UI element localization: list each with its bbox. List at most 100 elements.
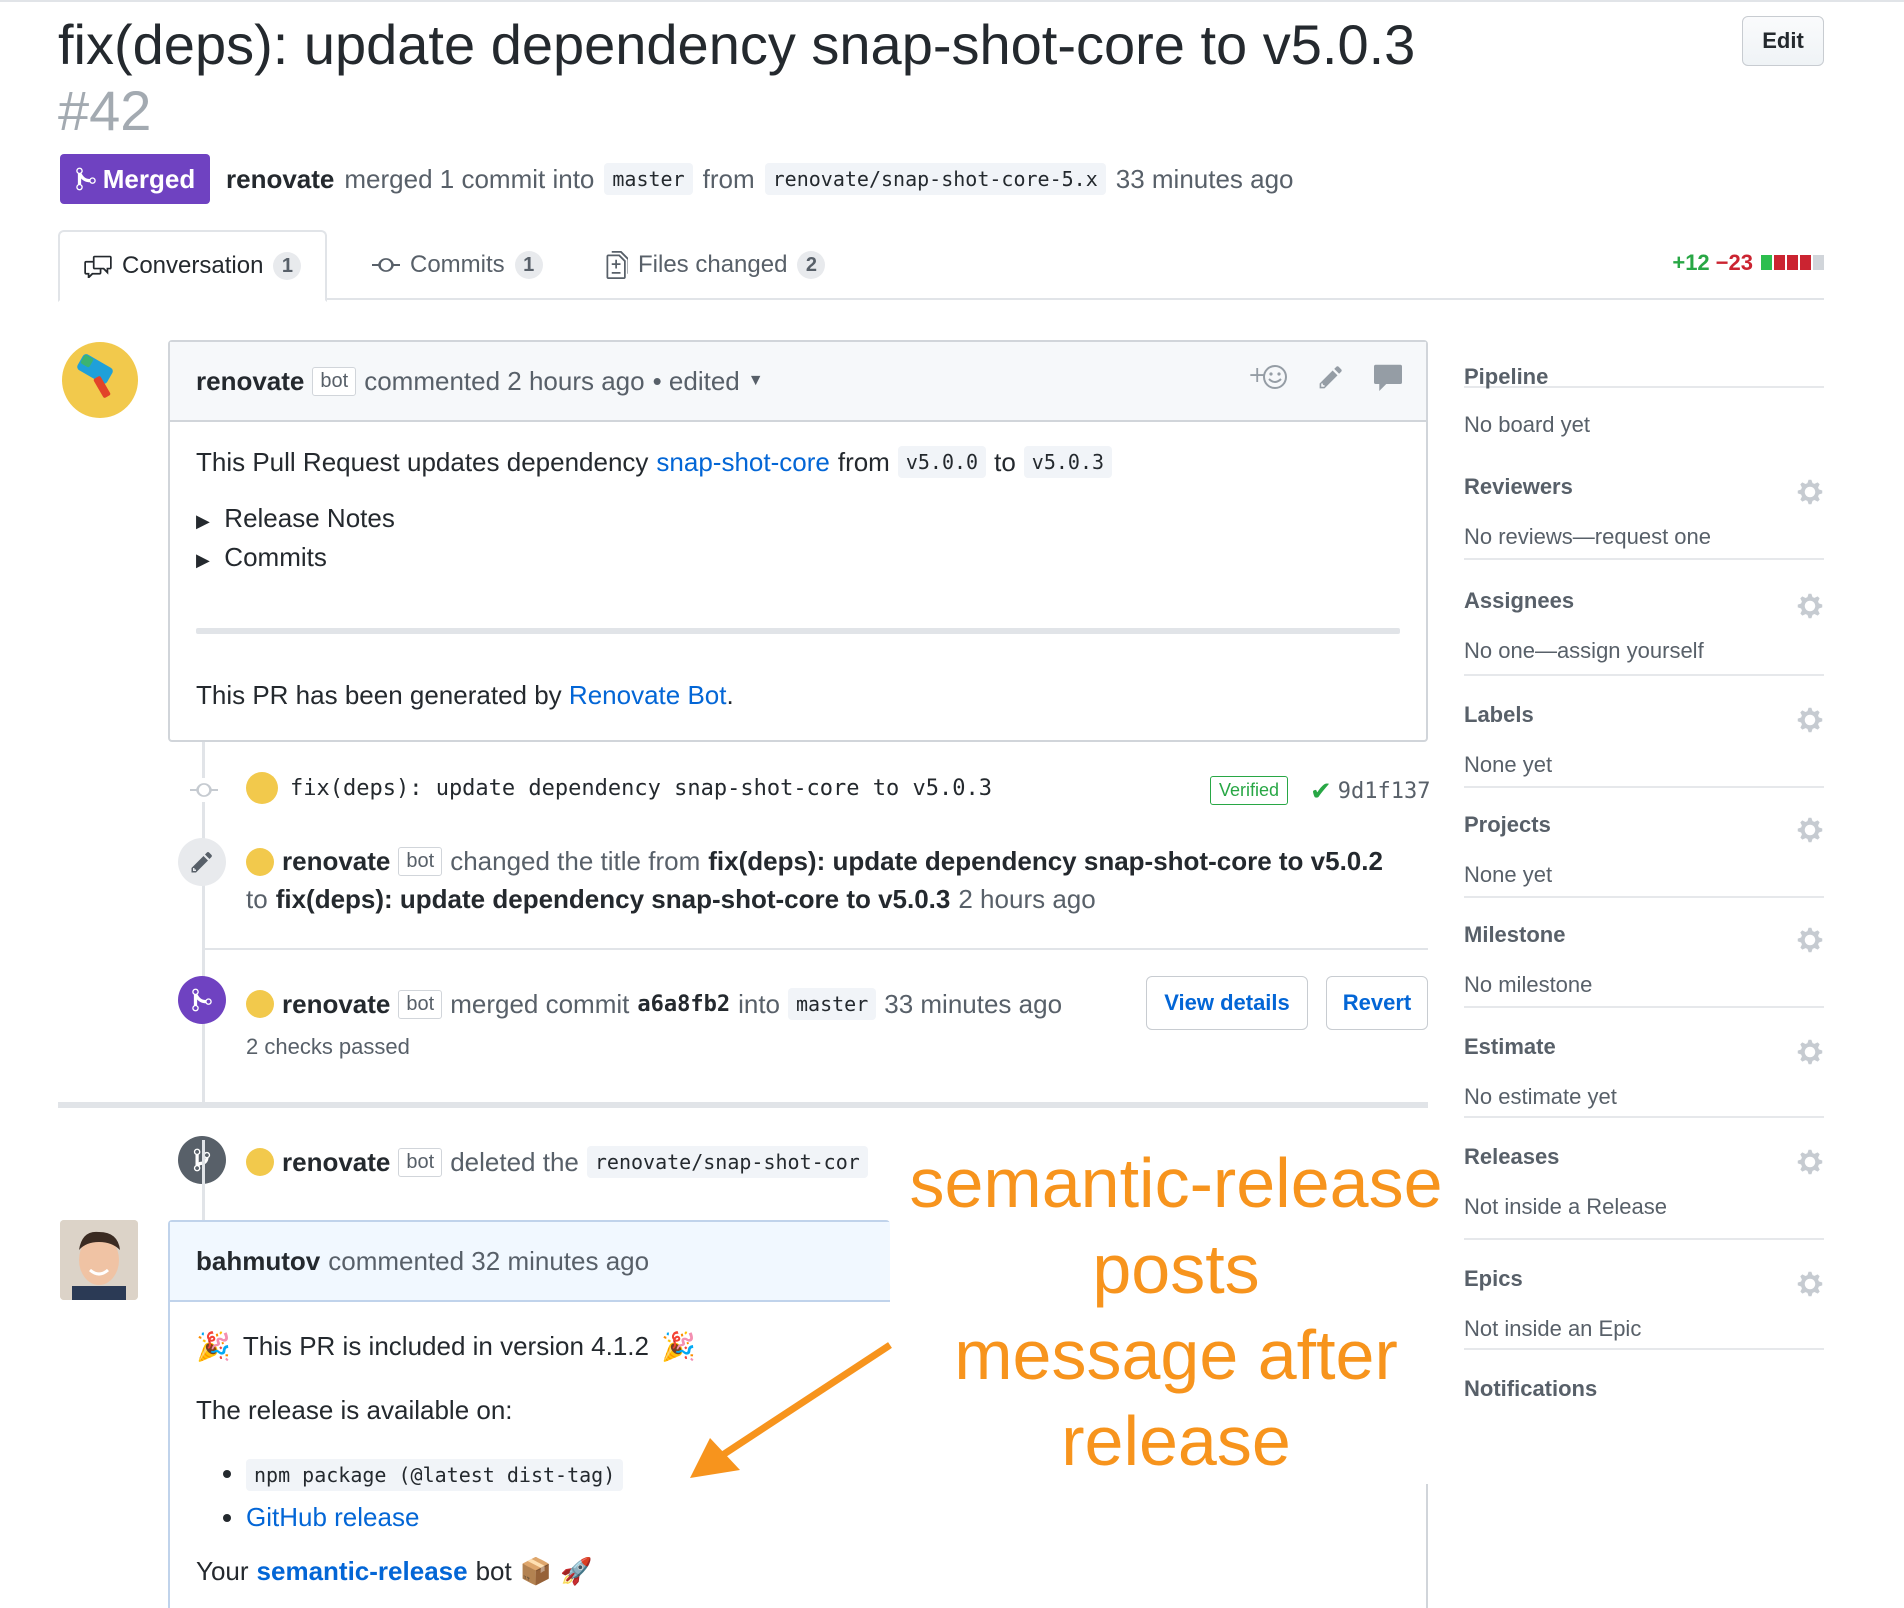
comment-border xyxy=(1426,1484,1428,1608)
head-branch[interactable]: renovate/snap-shot-core-5.x xyxy=(764,163,1106,195)
diffstat-block xyxy=(1800,255,1811,270)
tab-counter: 2 xyxy=(797,251,826,279)
sidebar-value-releases: Not inside a Release xyxy=(1464,1194,1668,1219)
gear-icon[interactable] xyxy=(1796,478,1824,506)
pr-tabs: Conversation 1 Commits 1 Files changed 2 xyxy=(58,230,1824,302)
tab-files-changed[interactable]: Files changed 2 xyxy=(582,230,849,300)
add-reaction-icon[interactable]: + xyxy=(1248,362,1288,392)
comment-header: bahmutov commented 32 minutes ago xyxy=(170,1222,890,1302)
body-text: This Pull Request updates dependency xyxy=(196,446,649,477)
annotation-line: posts xyxy=(1092,1230,1260,1308)
tab-conversation[interactable]: Conversation 1 xyxy=(58,230,328,302)
sidebar-value-projects: None yet xyxy=(1464,862,1553,887)
check-icon: ✔ xyxy=(1310,776,1332,806)
sidebar-value-milestone: No milestone xyxy=(1464,972,1593,997)
commit-sha[interactable]: 9d1f137 xyxy=(1338,779,1431,804)
revert-button[interactable]: Revert xyxy=(1326,976,1428,1030)
rename-event-line2: to fix(deps): update dependency snap-sho… xyxy=(246,884,1096,915)
event-time[interactable]: 33 minutes ago xyxy=(884,989,1062,1020)
triangle-right-icon: ▶ xyxy=(196,511,210,531)
edit-button[interactable]: Edit xyxy=(1742,16,1824,66)
renovate-bot-link[interactable]: Renovate Bot xyxy=(569,680,727,710)
comment-action[interactable]: commented 2 hours ago xyxy=(364,366,644,397)
merge-branch[interactable]: master xyxy=(788,988,877,1020)
merged-text: merged 1 commit into xyxy=(344,163,595,194)
gear-icon[interactable] xyxy=(1796,1270,1824,1298)
commit-row: fix(deps): update dependency snap-shot-c… xyxy=(246,772,992,804)
release-notes-details[interactable]: ▶ Release Notes xyxy=(196,500,1400,539)
gear-icon[interactable] xyxy=(1796,706,1824,734)
timeline-line xyxy=(202,1140,205,1220)
sidebar-value-pipeline: No board yet xyxy=(1464,412,1590,437)
to-word: to xyxy=(994,446,1016,477)
merge-event: renovate bot merged commit a6a8fb2 into … xyxy=(246,988,1062,1020)
commits-details[interactable]: ▶ Commits xyxy=(196,539,1400,578)
comment-header: renovate bot commented 2 hours ago • edi… xyxy=(170,342,1426,422)
merged-label: Merged xyxy=(102,163,196,194)
footer-text: This PR has been generated by xyxy=(196,680,562,710)
event-author[interactable]: renovate xyxy=(282,846,390,877)
package-icon: 📦 xyxy=(519,1556,553,1586)
annotation-text: semantic-release posts message after rel… xyxy=(896,1140,1456,1484)
signature: Your semantic-release bot 📦 🚀 xyxy=(196,1556,696,1587)
into-word: into xyxy=(738,988,780,1019)
event-time[interactable]: 2 hours ago xyxy=(958,884,1095,915)
sidebar-heading-reviewers[interactable]: Reviewers xyxy=(1464,474,1573,500)
gear-icon[interactable] xyxy=(1796,1038,1824,1066)
gear-icon[interactable] xyxy=(1796,592,1824,620)
renovate-avatar-small[interactable] xyxy=(246,990,274,1018)
author-link[interactable]: renovate xyxy=(226,164,334,195)
merge-commit-sha[interactable]: a6a8fb2 xyxy=(637,992,730,1017)
edited-dropdown[interactable]: • edited xyxy=(653,366,740,397)
sidebar-heading-estimate[interactable]: Estimate xyxy=(1464,1034,1556,1060)
renovate-avatar[interactable] xyxy=(62,342,138,418)
sidebar-value-assignees: No one—assign yourself xyxy=(1464,638,1704,663)
bahmutov-avatar[interactable] xyxy=(60,1220,138,1300)
sidebar-heading-epics[interactable]: Epics xyxy=(1464,1266,1523,1292)
report-icon[interactable] xyxy=(1374,363,1402,391)
git-merge-icon xyxy=(178,976,226,1024)
gear-icon[interactable] xyxy=(1796,926,1824,954)
checks-status: 2 checks passed xyxy=(246,1034,410,1059)
comment-author[interactable]: renovate xyxy=(196,366,304,397)
rename-event: renovate bot changed the title from fix(… xyxy=(246,846,1383,877)
event-author[interactable]: renovate xyxy=(282,989,390,1020)
renovate-avatar-small[interactable] xyxy=(246,772,278,804)
rocket-icon: 🚀 xyxy=(560,1556,593,1586)
bot-label: bot xyxy=(398,1147,443,1177)
gear-icon[interactable] xyxy=(1796,816,1824,844)
bot-label: bot xyxy=(398,847,443,876)
release-links: npm package (@latest dist-tag) GitHub re… xyxy=(246,1452,696,1538)
event-author[interactable]: renovate xyxy=(282,1147,390,1178)
event-action: deleted the xyxy=(450,1146,579,1177)
diffstat: +12 −23 xyxy=(1672,250,1824,276)
sidebar-heading-releases[interactable]: Releases xyxy=(1464,1144,1559,1170)
renovate-avatar-small[interactable] xyxy=(246,847,274,876)
sidebar-section-reviewers: Reviewers No reviews—request one xyxy=(1464,450,1824,560)
sidebar-heading-labels[interactable]: Labels xyxy=(1464,702,1534,728)
to-version: v5.0.3 xyxy=(1023,446,1113,478)
view-details-button[interactable]: View details xyxy=(1146,976,1308,1030)
gear-icon[interactable] xyxy=(1796,1148,1824,1176)
renovate-avatar-small[interactable] xyxy=(246,1148,274,1176)
old-title: fix(deps): update dependency snap-shot-c… xyxy=(708,846,1383,876)
base-branch[interactable]: master xyxy=(604,163,693,195)
comment-author[interactable]: bahmutov xyxy=(196,1246,320,1277)
commit-message[interactable]: fix(deps): update dependency snap-shot-c… xyxy=(290,776,992,801)
sidebar-heading-assignees[interactable]: Assignees xyxy=(1464,588,1574,614)
diffstat-block xyxy=(1787,255,1798,270)
pencil-icon[interactable] xyxy=(1318,364,1344,390)
git-commit-icon xyxy=(372,258,400,272)
package-link[interactable]: snap-shot-core xyxy=(656,447,829,478)
verified-badge[interactable]: Verified xyxy=(1210,776,1289,805)
tab-commits[interactable]: Commits 1 xyxy=(348,230,567,300)
comment-action[interactable]: commented 32 minutes ago xyxy=(328,1246,649,1277)
delete-branch-event: renovate bot deleted the renovate/snap-s… xyxy=(246,1146,890,1178)
sidebar-heading-projects[interactable]: Projects xyxy=(1464,812,1551,838)
commit-sha-group: ✔ 9d1f137 xyxy=(1310,776,1431,807)
github-release-link[interactable]: GitHub release xyxy=(246,1502,419,1532)
sidebar-heading-milestone[interactable]: Milestone xyxy=(1464,922,1565,948)
semantic-release-link[interactable]: semantic-release xyxy=(257,1556,468,1587)
tab-counter: 1 xyxy=(514,251,543,279)
sidebar-section-projects: Projects None yet xyxy=(1464,788,1824,898)
